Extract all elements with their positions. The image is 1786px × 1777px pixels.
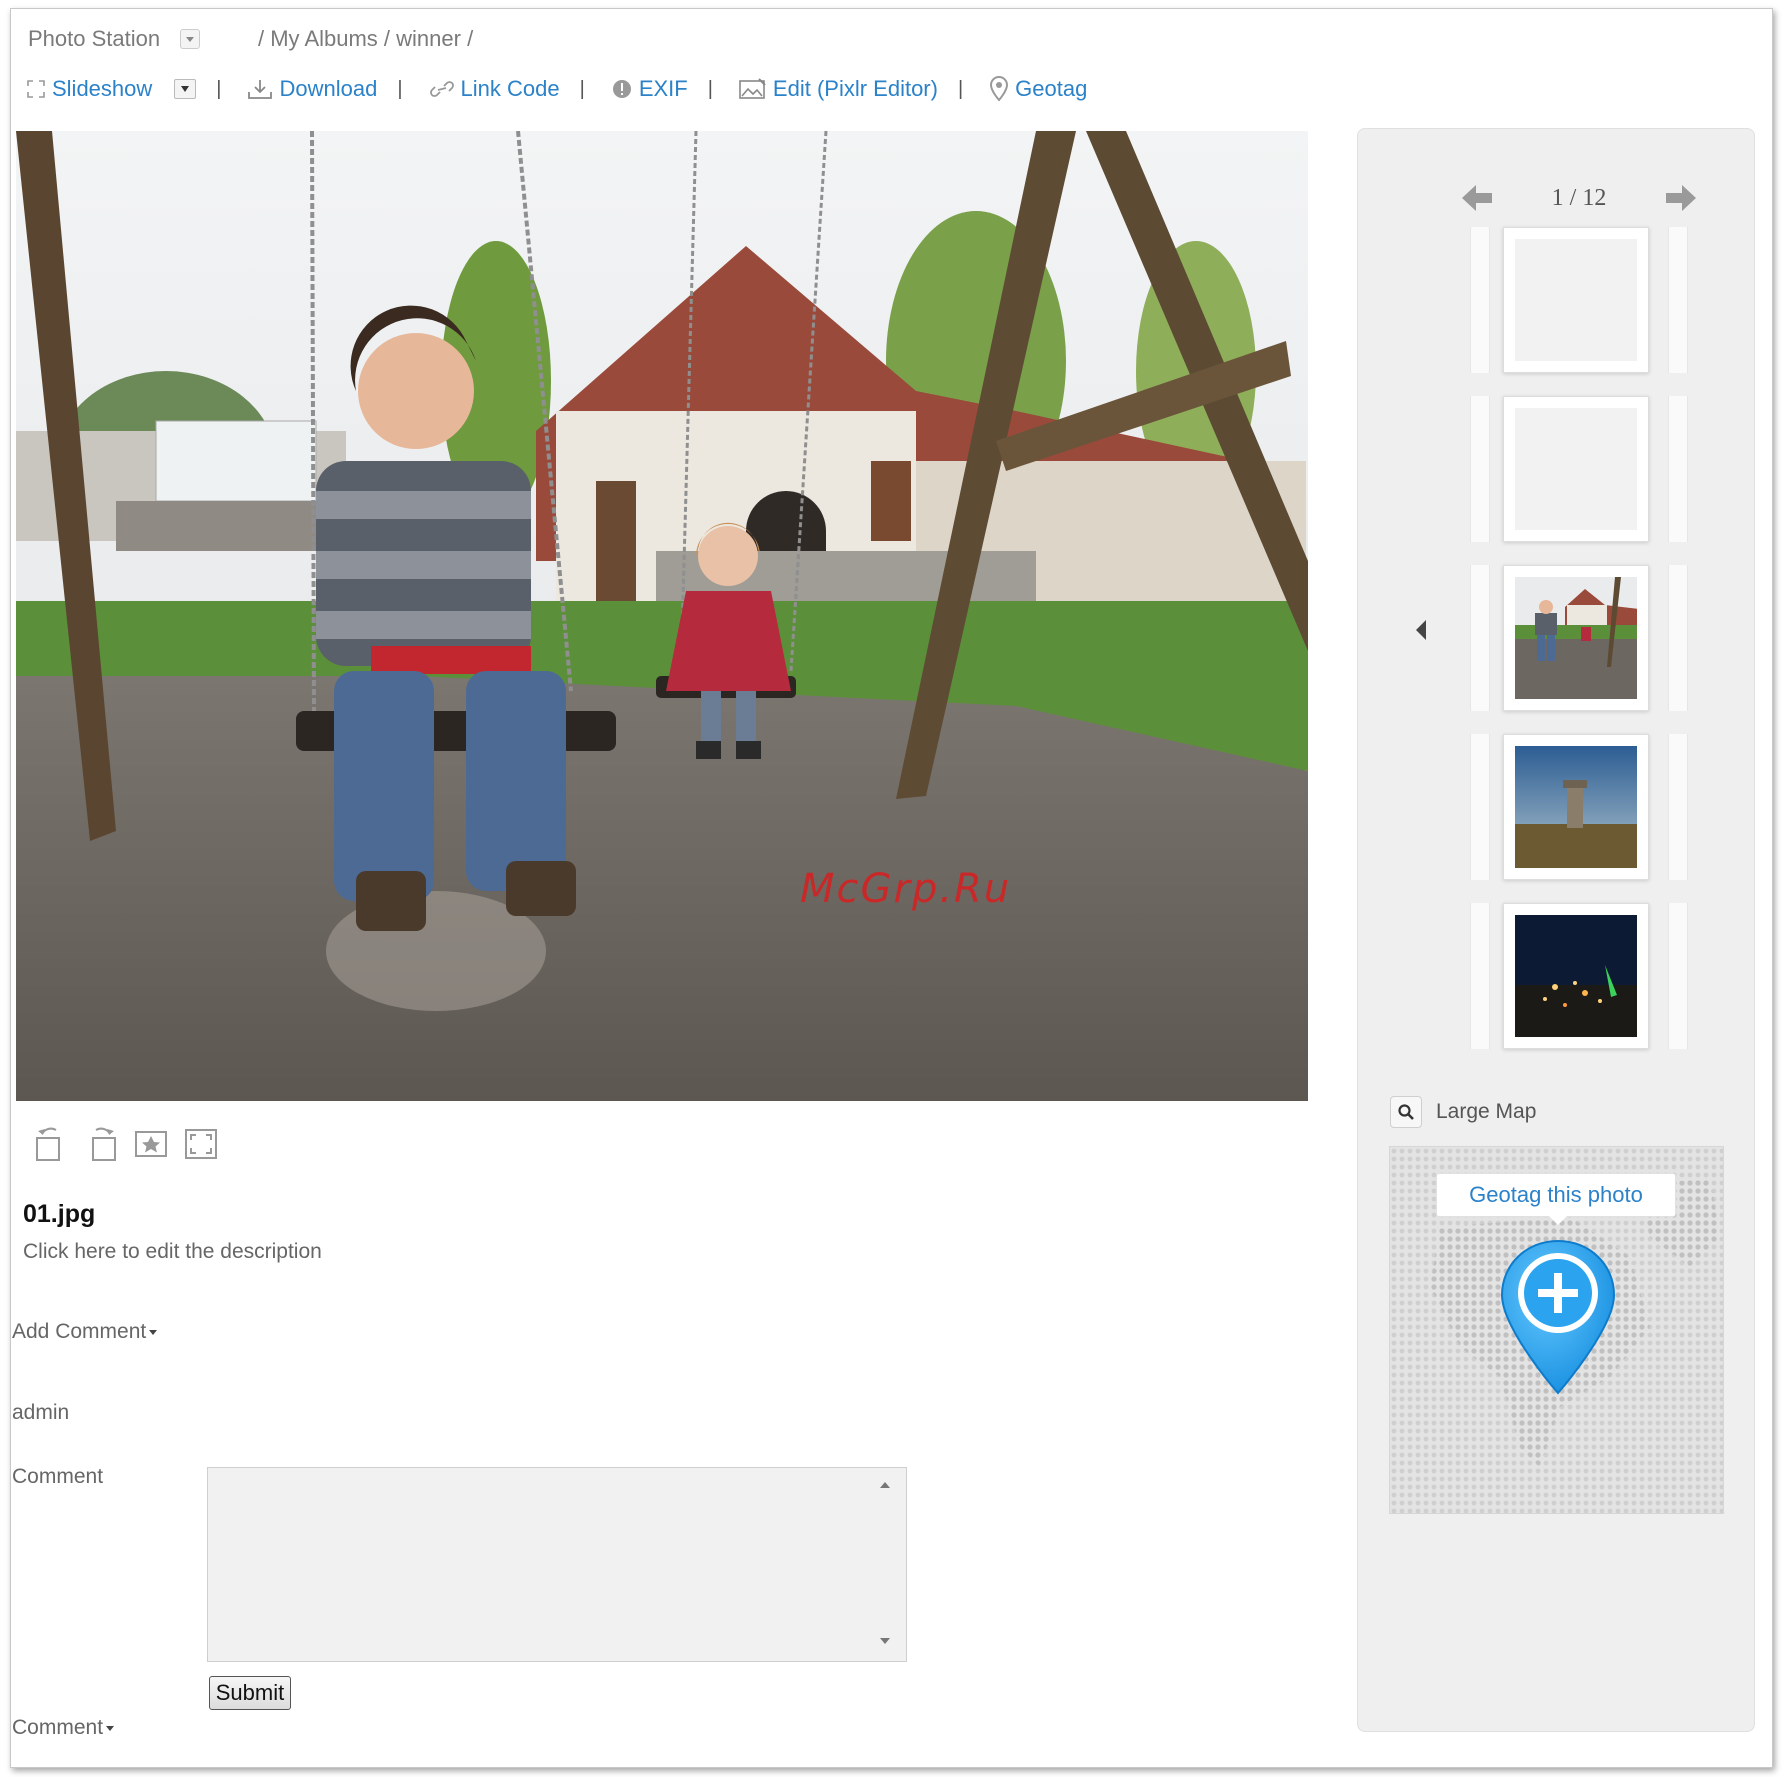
description-edit-link[interactable]: Click here to edit the description xyxy=(23,1240,322,1264)
fullscreen-view-icon[interactable] xyxy=(184,1122,218,1162)
swing-thumbnail-image xyxy=(1515,577,1637,699)
thumbnail-strip-edge xyxy=(1668,734,1688,880)
thumbnail-strip-edge xyxy=(1470,227,1490,373)
thumbnail-night-town[interactable] xyxy=(1503,903,1649,1049)
image-edit-icon xyxy=(739,78,766,99)
breadcrumb[interactable]: / My Albums / winner / xyxy=(258,26,473,52)
previous-arrow-icon[interactable] xyxy=(1460,182,1494,214)
thumbnail-empty[interactable] xyxy=(1503,227,1649,373)
rotate-left-icon[interactable] xyxy=(34,1122,68,1162)
thumbnail-strip-edge xyxy=(1668,396,1688,542)
download-label: Download xyxy=(279,76,378,101)
link-code-button[interactable]: Link Code xyxy=(429,76,560,102)
comment-list-toggle[interactable]: Comment xyxy=(12,1716,115,1740)
main-photo[interactable] xyxy=(16,131,1308,1101)
thumbnail-strip-edge xyxy=(1668,903,1688,1049)
geotag-this-photo-button[interactable]: Geotag this photo xyxy=(1436,1173,1676,1225)
comment-textarea[interactable] xyxy=(207,1467,907,1662)
link-code-label: Link Code xyxy=(460,76,560,101)
watermark: McGrp.Ru xyxy=(800,866,1012,912)
toolbar-separator: | xyxy=(397,77,403,100)
photo-counter: 1 / 12 xyxy=(1551,184,1607,211)
next-arrow-icon[interactable] xyxy=(1664,182,1698,214)
app-menu-dropdown[interactable] xyxy=(180,29,201,49)
top-bar: Photo Station xyxy=(28,24,201,54)
fullscreen-icon xyxy=(27,80,45,98)
info-icon xyxy=(612,80,631,98)
geotag-button[interactable]: Geotag xyxy=(989,76,1087,102)
chevron-down-icon xyxy=(149,1329,158,1335)
toolbar-separator: | xyxy=(707,77,713,100)
thumbnail-strip-edge xyxy=(1470,565,1490,711)
night-thumbnail-image xyxy=(1515,915,1637,1037)
rotate-right-icon[interactable] xyxy=(84,1122,118,1162)
playground-swing-photo xyxy=(16,131,1308,1101)
thumbnail-tower[interactable] xyxy=(1503,734,1649,880)
edit-label: Edit (Pixlr Editor) xyxy=(772,76,938,101)
chevron-down-icon xyxy=(106,1725,115,1731)
thumbnail-empty[interactable] xyxy=(1503,396,1649,542)
map-pin-icon xyxy=(990,76,1009,102)
exif-button[interactable]: EXIF xyxy=(611,76,688,102)
tower-thumbnail-image xyxy=(1515,746,1637,868)
app-title: Photo Station xyxy=(28,26,161,51)
toolbar-separator: | xyxy=(579,77,585,100)
thumbnail-nav: 1 / 12 xyxy=(1460,180,1698,216)
thumbnail-strip-edge xyxy=(1668,227,1688,373)
file-name: 01.jpg xyxy=(23,1200,96,1228)
download-icon xyxy=(248,80,273,99)
geotag-label: Geotag xyxy=(1015,76,1088,101)
thumbnail-strip-edge xyxy=(1668,565,1688,711)
photo-tools xyxy=(34,1122,218,1162)
link-icon xyxy=(429,81,454,97)
slideshow-button[interactable]: Slideshow xyxy=(26,76,152,102)
magnifier-icon[interactable] xyxy=(1390,1096,1422,1128)
comment-list-label: Comment xyxy=(12,1716,104,1739)
thumbnail-current[interactable] xyxy=(1503,565,1649,711)
scroll-up-arrow-icon[interactable] xyxy=(880,1482,890,1488)
exif-label: EXIF xyxy=(638,76,688,101)
large-map-label: Large Map xyxy=(1436,1100,1537,1123)
current-thumbnail-marker-icon xyxy=(1416,620,1426,640)
comment-field-label: Comment xyxy=(12,1465,104,1488)
slideshow-dropdown[interactable] xyxy=(174,79,197,99)
download-button[interactable]: Download xyxy=(247,76,377,102)
photo-toolbar: Slideshow | Download | Link Code | EXIF … xyxy=(26,72,1087,106)
thumbnail-list xyxy=(1503,227,1649,1072)
set-cover-icon[interactable] xyxy=(134,1122,168,1162)
add-comment-label: Add Comment xyxy=(12,1320,147,1343)
large-map-header[interactable]: Large Map xyxy=(1390,1096,1536,1128)
thumbnail-strip-edge xyxy=(1470,903,1490,1049)
submit-button[interactable]: Submit xyxy=(209,1676,291,1710)
scroll-down-arrow-icon[interactable] xyxy=(880,1638,890,1644)
add-geotag-pin-icon[interactable] xyxy=(1498,1237,1618,1397)
edit-pixlr-button[interactable]: Edit (Pixlr Editor) xyxy=(739,76,938,102)
toolbar-separator: | xyxy=(216,77,222,100)
comment-user: admin xyxy=(12,1401,70,1424)
thumbnail-strip-edge xyxy=(1470,734,1490,880)
toolbar-separator: | xyxy=(957,77,964,100)
add-comment-toggle[interactable]: Add Comment xyxy=(12,1320,158,1344)
slideshow-label: Slideshow xyxy=(52,76,153,101)
thumbnail-strip-edge xyxy=(1470,396,1490,542)
